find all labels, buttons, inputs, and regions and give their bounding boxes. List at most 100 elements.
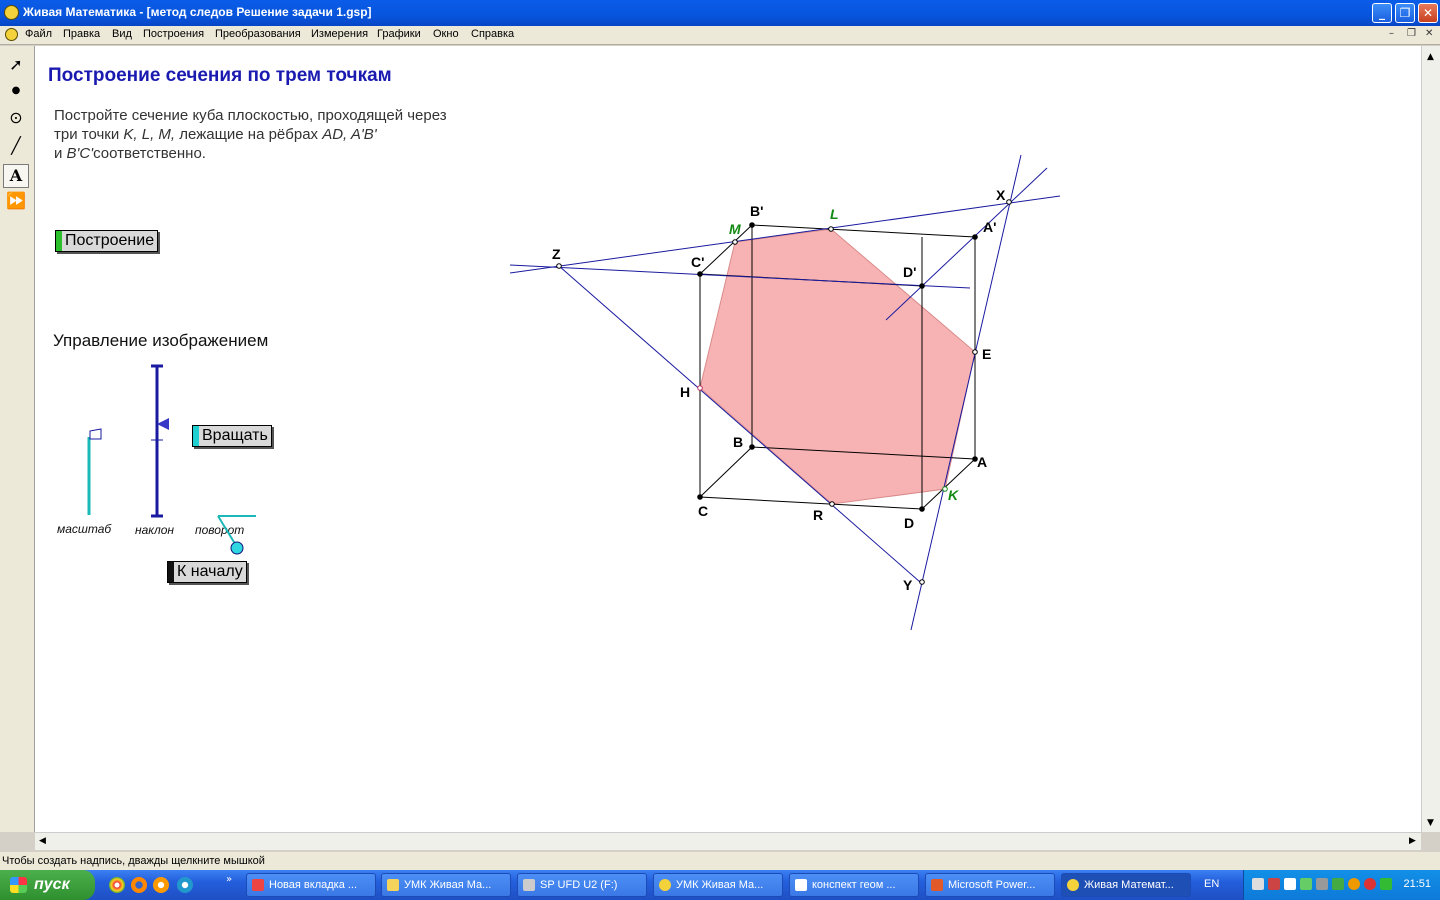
- tray-safely-remove-icon[interactable]: [1380, 878, 1392, 890]
- vertical-scrollbar[interactable]: ▲ ▼: [1421, 46, 1440, 832]
- windows-logo-icon: [10, 877, 27, 893]
- document-icon[interactable]: [5, 28, 18, 41]
- menu-measure[interactable]: Измерения: [311, 28, 368, 40]
- tray-security-icon[interactable]: [1300, 878, 1312, 890]
- label-z: Z: [552, 246, 561, 262]
- doc-restore-button[interactable]: ❐: [1407, 28, 1416, 39]
- gsp-icon: [1067, 879, 1079, 891]
- maximize-button[interactable]: ❐: [1395, 3, 1415, 23]
- start-label: пуск: [34, 876, 70, 893]
- point-l: [828, 226, 834, 232]
- tray-green-icon[interactable]: [1332, 878, 1344, 890]
- task-label: УМК Живая Ма...: [404, 879, 492, 891]
- drive-icon: [523, 879, 535, 891]
- label-k: K: [948, 487, 959, 503]
- task-label: Новая вкладка ...: [269, 879, 358, 891]
- scroll-left-icon[interactable]: ◀: [39, 836, 46, 846]
- scroll-right-icon[interactable]: ▶: [1409, 836, 1416, 846]
- point-d: [919, 506, 925, 512]
- menu-graph[interactable]: Графики: [377, 28, 421, 40]
- tray-wifi-icon[interactable]: [1316, 878, 1328, 890]
- custom-tool-icon[interactable]: ⏩: [3, 190, 29, 214]
- powerpoint-icon: [931, 879, 943, 891]
- point-a-prime: [972, 234, 978, 240]
- section-polygon: [699, 228, 976, 505]
- scroll-up-icon[interactable]: ▲: [1427, 52, 1434, 62]
- tilt-slider[interactable]: [151, 364, 169, 518]
- internet-explorer-icon[interactable]: [177, 877, 193, 893]
- menu-transform[interactable]: Преобразования: [215, 28, 301, 40]
- point-k: [942, 486, 948, 492]
- task-umk-folder[interactable]: УМК Живая Ма...: [381, 873, 511, 897]
- menu-bar: Файл Правка Вид Построения Преобразовани…: [0, 26, 1440, 45]
- close-button[interactable]: ✕: [1418, 3, 1438, 23]
- menu-help[interactable]: Справка: [471, 28, 514, 40]
- task-powerpoint[interactable]: Microsoft Power...: [925, 873, 1055, 897]
- tray-alert-icon[interactable]: [1364, 878, 1376, 890]
- geometry-figure: B' L M X A' Z C' D' E H B A K C R D Y: [87, 154, 1061, 631]
- minimize-button[interactable]: _: [1372, 3, 1392, 23]
- label-c: C: [698, 503, 708, 519]
- task-umk-gsp[interactable]: УМК Живая Ма...: [653, 873, 783, 897]
- label-y: Y: [903, 577, 913, 593]
- chrome-icon[interactable]: [109, 877, 125, 893]
- document-icon: [795, 879, 807, 891]
- quicklaunch-more-icon[interactable]: »: [226, 874, 232, 885]
- task-word-doc[interactable]: конспект геом ...: [789, 873, 919, 897]
- language-indicator[interactable]: EN: [1204, 878, 1219, 890]
- label-d: D: [904, 515, 914, 531]
- line-tool-icon[interactable]: ╱: [3, 135, 29, 159]
- compass-tool-icon[interactable]: ⊙: [3, 107, 29, 131]
- menu-view[interactable]: Вид: [112, 28, 132, 40]
- clock: 21:51: [1403, 878, 1431, 890]
- point-tool-icon[interactable]: ●: [3, 80, 29, 104]
- doc-minimize-button[interactable]: –: [1389, 28, 1394, 39]
- point-e: [972, 349, 978, 355]
- point-x: [1006, 199, 1012, 205]
- task-new-tab[interactable]: Новая вкладка ...: [246, 873, 376, 897]
- menu-edit[interactable]: Правка: [63, 28, 100, 40]
- task-usb-drive[interactable]: SP UFD U2 (F:): [517, 873, 647, 897]
- folder-icon: [387, 879, 399, 891]
- point-b-prime: [749, 222, 755, 228]
- rotation-handle-icon: [230, 541, 244, 555]
- label-b: B: [733, 434, 743, 450]
- label-h: H: [680, 384, 690, 400]
- scale-slider[interactable]: [87, 428, 102, 515]
- horizontal-scrollbar[interactable]: ◀ ▶: [35, 832, 1421, 850]
- gsp-icon: [659, 879, 671, 891]
- point-h: [697, 385, 703, 391]
- title-bar: Живая Математика - [метод следов Решение…: [0, 0, 1440, 26]
- firefox-icon[interactable]: [131, 877, 147, 893]
- tray-flag-icon[interactable]: [1268, 878, 1280, 890]
- doc-close-button[interactable]: ✕: [1425, 28, 1433, 39]
- label-a-prime: A': [983, 219, 996, 235]
- scroll-down-icon[interactable]: ▼: [1427, 818, 1434, 828]
- toolbox: ➚ ● ⊙ ╱ A ⏩: [0, 46, 35, 832]
- label-b-prime: B': [750, 203, 763, 219]
- point-c: [697, 494, 703, 500]
- arrow-tool-icon[interactable]: ➚: [3, 54, 29, 78]
- label-m: M: [729, 221, 741, 237]
- system-tray: 21:51: [1243, 870, 1440, 900]
- window-title: Живая Математика - [метод следов Решение…: [23, 5, 372, 19]
- label-r: R: [813, 507, 823, 523]
- point-z: [556, 263, 562, 269]
- scale-flag-icon: [89, 428, 102, 440]
- menu-window[interactable]: Окно: [433, 28, 459, 40]
- app-icon[interactable]: [4, 5, 19, 20]
- task-gsp-active[interactable]: Живая Математ...: [1061, 873, 1191, 897]
- sketch-canvas[interactable]: Построение сечения по трем точкам Постро…: [35, 46, 1421, 832]
- label-c-prime: C': [691, 254, 704, 270]
- menu-file[interactable]: Файл: [25, 28, 52, 40]
- menu-construct[interactable]: Построения: [143, 28, 204, 40]
- tray-update-icon[interactable]: [1348, 878, 1360, 890]
- status-bar: Чтобы создать надпись, дважды щелкните м…: [0, 852, 1440, 870]
- start-button[interactable]: пуск: [0, 870, 95, 900]
- text-tool-icon[interactable]: A: [3, 164, 29, 188]
- tray-doc-icon[interactable]: [1284, 878, 1296, 890]
- point-r: [829, 501, 835, 507]
- tray-network-icon[interactable]: [1252, 878, 1264, 890]
- media-player-icon[interactable]: [153, 877, 169, 893]
- rotation-slider[interactable]: [217, 515, 256, 555]
